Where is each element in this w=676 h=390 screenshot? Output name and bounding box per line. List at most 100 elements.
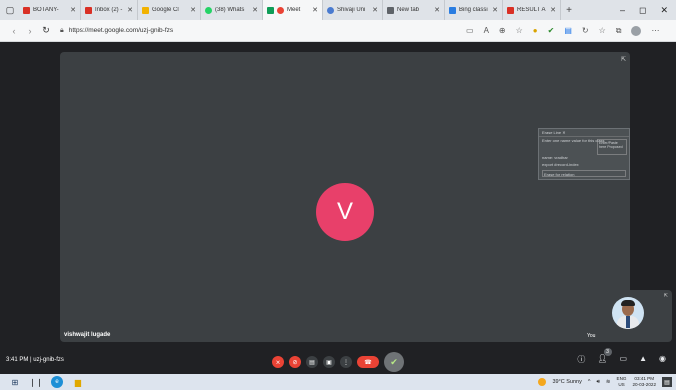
- tab-label: New tab: [397, 7, 420, 13]
- tab-close-icon[interactable]: ✕: [252, 6, 258, 14]
- overlay-box: Enter/Paste here Proposed: [597, 139, 627, 155]
- minimize-button[interactable]: –: [620, 5, 625, 16]
- tab-new-tab[interactable]: New tab ✕: [383, 0, 445, 20]
- check-icon: ✔: [390, 356, 398, 367]
- overlay-line: export #record-index: [542, 162, 579, 167]
- pdf-icon: [507, 6, 514, 14]
- people-button[interactable]: 👤︎ 3: [597, 348, 612, 365]
- speaker-icon[interactable]: 🔊︎: [596, 379, 599, 386]
- address-bar-row: ‹ › ↻ 🔒︎ https://meet.google.com/uzj-gni…: [0, 20, 676, 42]
- microphone-off-button[interactable]: ⨯: [272, 356, 284, 368]
- window-controls: – ◻ ✕: [620, 5, 676, 16]
- file-explorer-icon[interactable]: ▆: [72, 376, 84, 388]
- extension-check-button[interactable]: ✔: [384, 352, 404, 372]
- overlay-input: Erase for relation: [542, 170, 626, 177]
- tab-bing[interactable]: Bing classi ✕: [445, 0, 503, 20]
- tab-google-classroom[interactable]: Google Cl ✕: [138, 0, 201, 20]
- refresh-extension-icon[interactable]: ↻: [582, 26, 589, 35]
- tab-botany[interactable]: BOTANY- ✕: [19, 0, 81, 20]
- more-options-button[interactable]: ⋮: [340, 356, 352, 368]
- new-tab-button[interactable]: +: [561, 5, 577, 16]
- notification-icon[interactable]: ▤: [662, 377, 672, 387]
- overlay-line: name: vradhar: [542, 155, 568, 160]
- chevron-up-icon[interactable]: ^: [588, 379, 591, 385]
- network-icon[interactable]: ≋: [606, 379, 611, 385]
- self-label: You: [587, 333, 596, 339]
- clock-date: 20-03-2022: [632, 382, 657, 387]
- weather-sun-icon[interactable]: [538, 378, 547, 386]
- meet-stage: V vishwajit lugade ⇱ Erase Line ✕ Enter …: [0, 42, 676, 374]
- tab-label: (38) Whats: [215, 7, 245, 13]
- tab-close-icon[interactable]: ✕: [434, 6, 440, 14]
- tab-close-icon[interactable]: ✕: [127, 6, 133, 14]
- camera-off-button[interactable]: ⊘: [289, 356, 301, 368]
- lock-icon[interactable]: 🔒︎: [60, 27, 64, 35]
- more-menu-icon[interactable]: ⋯: [651, 26, 659, 35]
- tab-actions-icon[interactable]: ▢: [3, 3, 17, 17]
- maximize-button[interactable]: ◻: [639, 5, 646, 16]
- participant-name: vishwajit lugade: [64, 332, 111, 338]
- profile-avatar-icon[interactable]: [631, 25, 642, 36]
- tie-shape: [626, 316, 630, 328]
- task-view-icon[interactable]: ❘❘: [29, 376, 42, 388]
- translucent-overlay-window: Erase Line ✕ Enter one name value for th…: [538, 128, 630, 180]
- chat-icon[interactable]: ▭: [620, 354, 628, 365]
- extension-bulb-icon[interactable]: ●: [533, 26, 538, 35]
- recording-icon: [277, 6, 284, 14]
- collections-icon[interactable]: ⧉: [616, 26, 622, 36]
- tab-close-icon[interactable]: ✕: [550, 6, 556, 14]
- forward-button[interactable]: ›: [22, 26, 38, 36]
- edge-browser-icon[interactable]: e: [51, 376, 63, 388]
- tab-close-icon[interactable]: ✕: [70, 6, 76, 14]
- extension-check-icon[interactable]: ✔: [548, 26, 555, 35]
- participant-avatar: V: [316, 183, 374, 241]
- tab-close-icon[interactable]: ✕: [312, 6, 318, 14]
- leave-call-button[interactable]: ☎: [357, 356, 379, 368]
- pin-icon[interactable]: ⇱: [621, 56, 626, 63]
- toolbar-icons: ▭ A ⊕ ☆ ● ✔ ▤ ↻ ☆ ⧉ ⋯: [466, 25, 659, 36]
- activities-icon[interactable]: ▲: [639, 354, 647, 365]
- captions-icon: ▤: [309, 359, 315, 366]
- windows-start-icon[interactable]: ⊞: [9, 376, 21, 388]
- tab-close-icon[interactable]: ✕: [492, 6, 498, 14]
- back-button[interactable]: ‹: [6, 26, 22, 36]
- system-tray: 39°C Sunny ^ 🔊︎ ≋ ENG US 03:41 PM 20-03-…: [538, 375, 672, 389]
- pin-icon[interactable]: ⇱: [664, 293, 668, 299]
- overlay-header: Erase Line ✕: [539, 129, 629, 137]
- self-view-tile[interactable]: You ⇱: [584, 290, 672, 342]
- favorite-icon[interactable]: ☆: [516, 26, 523, 35]
- captions-button[interactable]: ▤: [306, 356, 318, 368]
- classroom-icon: [142, 6, 149, 14]
- tab-meet[interactable]: Meet ✕: [263, 0, 323, 20]
- tab-result[interactable]: RESULT A ✕: [503, 0, 561, 20]
- tab-inbox[interactable]: Inbox (2) - ✕: [81, 0, 138, 20]
- meeting-info: 3:41 PM | uzj-gnib-fzs: [6, 357, 64, 363]
- language-indicator[interactable]: ENG US: [617, 376, 627, 388]
- hair-shape: [621, 300, 635, 306]
- gmail-icon: [23, 6, 30, 14]
- present-button[interactable]: ▣: [323, 356, 335, 368]
- extension-download-icon[interactable]: ▤: [564, 26, 572, 35]
- tab-shivaji-university[interactable]: Shivaji Uni ✕: [323, 0, 383, 20]
- browser-tab-strip: ▢ BOTANY- ✕ Inbox (2) - ✕ Google Cl ✕ (3…: [0, 0, 676, 20]
- info-icon[interactable]: ⓘ: [577, 354, 585, 365]
- tab-close-icon[interactable]: ✕: [190, 6, 196, 14]
- tab-close-icon[interactable]: ✕: [372, 6, 378, 14]
- tab-label: Google Cl: [152, 7, 179, 13]
- read-aloud-icon[interactable]: A: [484, 26, 489, 35]
- favorites-bar-icon[interactable]: ☆: [599, 26, 606, 35]
- clock[interactable]: 03:41 PM 20-03-2022: [633, 376, 657, 388]
- participant-tile-main[interactable]: V vishwajit lugade ⇱: [60, 52, 630, 342]
- present-icon: ▣: [326, 359, 332, 366]
- tab-whatsapp[interactable]: (38) Whats ✕: [201, 0, 263, 20]
- more-vert-icon: ⋮: [343, 359, 349, 366]
- camera-blocked-icon[interactable]: ▭: [466, 26, 474, 35]
- close-button[interactable]: ✕: [660, 5, 668, 16]
- host-controls-icon[interactable]: ◉: [659, 354, 666, 365]
- microphone-off-icon: ⨯: [275, 359, 281, 366]
- weather-text[interactable]: 39°C Sunny: [552, 379, 581, 385]
- url-text: https://meet.google.com/uzj-gnib-fzs: [68, 27, 174, 34]
- reload-button[interactable]: ↻: [38, 25, 54, 36]
- zoom-icon[interactable]: ⊕: [499, 26, 506, 35]
- url-field[interactable]: 🔒︎ https://meet.google.com/uzj-gnib-fzs: [60, 24, 460, 38]
